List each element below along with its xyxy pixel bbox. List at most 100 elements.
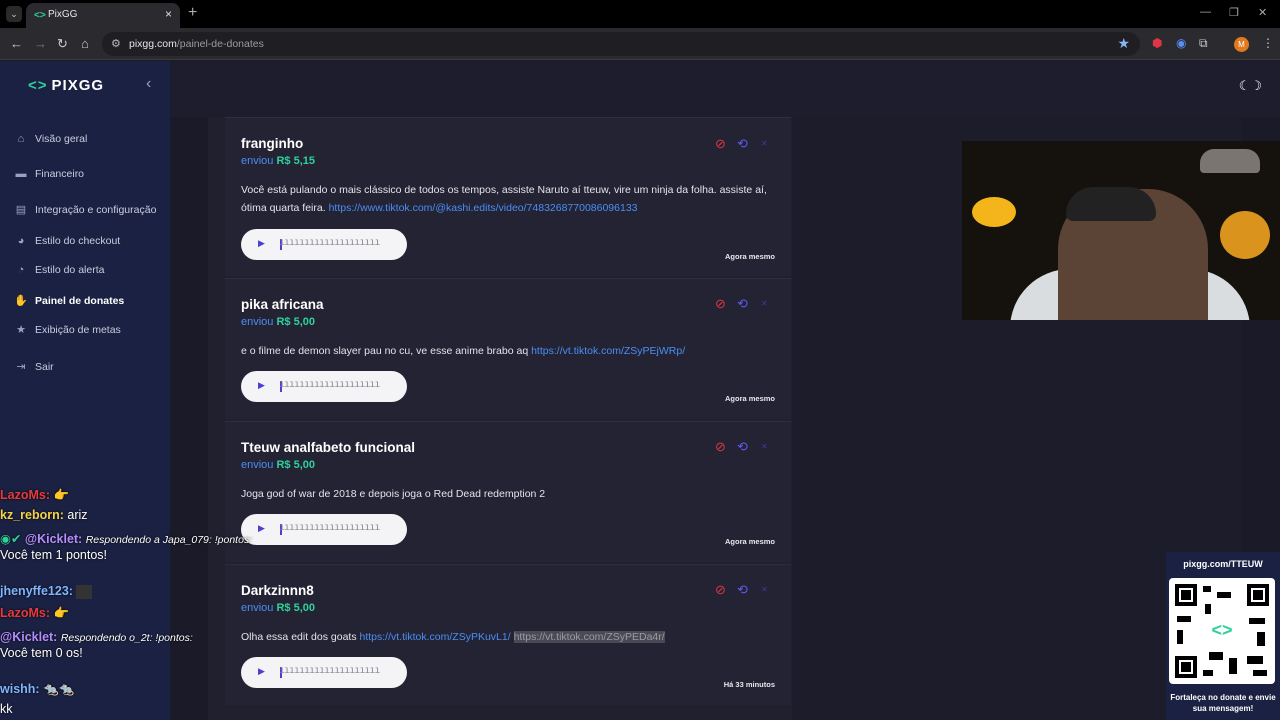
- waveform-icon[interactable]: ıııııııııııııııııııı: [279, 522, 380, 533]
- new-tab-button[interactable]: +: [188, 4, 197, 22]
- play-icon[interactable]: ▶: [258, 666, 265, 677]
- emote-icon: [76, 584, 93, 599]
- replay-icon[interactable]: ⟲: [737, 439, 748, 455]
- donate-message: Você está pulando o mais clássico de tod…: [241, 181, 771, 217]
- sidebar-item-label: Financeiro: [35, 168, 85, 180]
- block-icon[interactable]: ⊘: [715, 439, 726, 455]
- donate-amount-line: enviou R$ 5,00: [241, 459, 315, 471]
- sidebar-item-visao-geral[interactable]: ⌂ Visão geral: [14, 133, 88, 145]
- home-icon[interactable]: ⌂: [81, 36, 89, 51]
- sidebar-item-label: Exibição de metas: [35, 323, 121, 336]
- play-icon[interactable]: ▶: [258, 238, 265, 249]
- chat-message: Você tem 0 os!: [0, 644, 188, 662]
- logo-text: PIXGG: [51, 77, 105, 94]
- mute-icon[interactable]: ✕: [761, 299, 768, 308]
- sidebar-item-estilo-checkout[interactable]: ◕ Estilo do checkout: [14, 235, 121, 247]
- donate-card: Darkzinnn8 enviou R$ 5,00 ⊘ ⟲ ✕ Olha ess…: [225, 564, 791, 705]
- block-icon[interactable]: ⊘: [715, 582, 726, 598]
- extension-shield-icon[interactable]: ⬢: [1152, 36, 1162, 50]
- donate-card: Tteuw analfabeto funcional enviou R$ 5,0…: [225, 421, 791, 562]
- donate-amount-line: enviou R$ 5,15: [241, 155, 315, 167]
- donate-amount: R$ 5,00: [276, 316, 316, 328]
- chat-text: kk: [0, 702, 13, 716]
- chat-message: LazoMs: 👉: [0, 604, 69, 622]
- chat-user: wishh:: [0, 682, 40, 696]
- address-bar[interactable]: ⚙ pixgg.com/painel-de-donates ★: [102, 32, 1140, 56]
- extensions-puzzle-icon[interactable]: ⧉: [1199, 36, 1208, 51]
- sidebar-item-sair[interactable]: ⇥ Sair: [14, 360, 53, 374]
- message-link[interactable]: https://vt.tiktok.com/ZSyPEjWRp/: [531, 345, 685, 357]
- play-icon[interactable]: ▶: [258, 523, 265, 534]
- chat-user: kz_reborn:: [0, 508, 64, 522]
- reload-icon[interactable]: ↻: [57, 36, 68, 52]
- back-icon[interactable]: ←: [10, 36, 23, 51]
- replay-icon[interactable]: ⟲: [737, 296, 748, 312]
- message-link[interactable]: https://vt.tiktok.com/ZSyPKuvL1/: [360, 631, 511, 643]
- waveform-icon[interactable]: ıııııııııııııııııııı: [279, 665, 380, 676]
- waveform-icon[interactable]: ıııııııııııııııııııı: [279, 379, 380, 390]
- donate-icon: ✋: [14, 295, 28, 307]
- replay-icon[interactable]: ⟲: [737, 582, 748, 598]
- sent-label: enviou: [241, 155, 274, 167]
- mute-icon[interactable]: ✕: [761, 139, 768, 148]
- sidebar-item-label: Visão geral: [35, 133, 88, 145]
- audio-player[interactable]: ▶ ıııııııııııııııııııı: [241, 657, 407, 688]
- donor-name: Tteuw analfabeto funcional: [241, 440, 416, 455]
- donate-message: Olha essa edit dos goats https://vt.tikt…: [241, 628, 771, 646]
- donate-message: Joga god of war de 2018 e depois joga o …: [241, 485, 771, 503]
- play-icon[interactable]: ▶: [258, 380, 265, 391]
- sidebar-item-painel-donates[interactable]: ✋ Painel de donates: [14, 294, 125, 308]
- theme-toggle-moon-icon[interactable]: ☾☽: [1239, 78, 1262, 94]
- qr-code-icon: <>: [1169, 578, 1275, 684]
- sidebar-item-financeiro[interactable]: ▬ Financeiro: [14, 168, 85, 180]
- site-info-icon[interactable]: ⚙: [111, 37, 121, 50]
- stream-chat: LazoMs: 👉 kz_reborn: ariz ◉✔ @Kicklet: R…: [0, 486, 252, 720]
- mute-icon[interactable]: ✕: [761, 585, 768, 594]
- audio-player[interactable]: ▶ ıııııııııııııııııııı: [241, 514, 407, 545]
- donate-time: Agora mesmo: [724, 252, 775, 261]
- selected-link-text[interactable]: https://vt.tiktok.com/ZSyPEDa4r/: [513, 631, 665, 643]
- qr-url: pixgg.com/TTEUW: [1183, 559, 1263, 569]
- pixgg-logo[interactable]: <> PIXGG: [28, 77, 104, 94]
- audio-player[interactable]: ▶ ıııııııııııııııııııı: [241, 371, 407, 402]
- chat-reply: Respondendo a Japa_079: !pontos:: [85, 534, 253, 546]
- collapse-sidebar-icon[interactable]: ‹: [146, 75, 151, 93]
- bookmark-star-icon[interactable]: ★: [1117, 35, 1130, 52]
- url-text: pixgg.com/painel-de-donates: [129, 38, 264, 50]
- sidebar-item-label: Painel de donates: [35, 294, 125, 307]
- audio-player[interactable]: ▶ ıııııııııııııııııııı: [241, 229, 407, 260]
- replay-icon[interactable]: ⟲: [737, 136, 748, 152]
- url-path: /painel-de-donates: [176, 38, 264, 50]
- message-text: Olha essa edit dos goats: [241, 631, 357, 643]
- settings-icon: ▤: [15, 204, 27, 216]
- chat-text: ariz: [67, 508, 88, 522]
- sidebar-item-integracao[interactable]: ▤ Integração e configuração: [14, 203, 157, 217]
- window-close-icon[interactable]: ✕: [1258, 6, 1267, 19]
- donate-time: Agora mesmo: [724, 537, 775, 546]
- message-link[interactable]: https://www.tiktok.com/@kashi.edits/vide…: [329, 202, 638, 214]
- mute-icon[interactable]: ✕: [761, 442, 768, 451]
- sidebar-item-estilo-alerta[interactable]: ◔ Estilo do alerta: [14, 264, 105, 276]
- chat-text: Você tem 0 os!: [0, 646, 83, 660]
- block-icon[interactable]: ⊘: [715, 296, 726, 312]
- block-icon[interactable]: ⊘: [715, 136, 726, 152]
- sidebar-item-exibicao-metas[interactable]: ★ Exibição de metas: [14, 323, 121, 337]
- waveform-icon[interactable]: ıııııııııııııııııııı: [279, 237, 380, 248]
- chat-message: LazoMs: 👉: [0, 486, 69, 504]
- sent-label: enviou: [241, 316, 274, 328]
- chat-user: @Kicklet:: [0, 630, 58, 644]
- chat-user: LazoMs:: [0, 488, 50, 502]
- extension-wave-icon[interactable]: ◉: [1176, 36, 1186, 50]
- forward-icon[interactable]: →: [34, 36, 47, 51]
- chat-user: jhenyffe123:: [0, 584, 73, 598]
- restore-icon[interactable]: ❐: [1229, 6, 1239, 19]
- browser-menu-icon[interactable]: ⋮: [1262, 36, 1274, 50]
- sent-label: enviou: [241, 602, 274, 614]
- profile-avatar[interactable]: M: [1234, 37, 1249, 52]
- browser-tab[interactable]: <> PixGG ×: [26, 3, 180, 28]
- tab-search-button[interactable]: ⌄: [6, 6, 22, 22]
- chat-text: 👉: [53, 488, 70, 502]
- minimize-icon[interactable]: —: [1200, 6, 1211, 18]
- wallet-icon: ▬: [15, 168, 27, 180]
- close-icon[interactable]: ×: [165, 7, 172, 21]
